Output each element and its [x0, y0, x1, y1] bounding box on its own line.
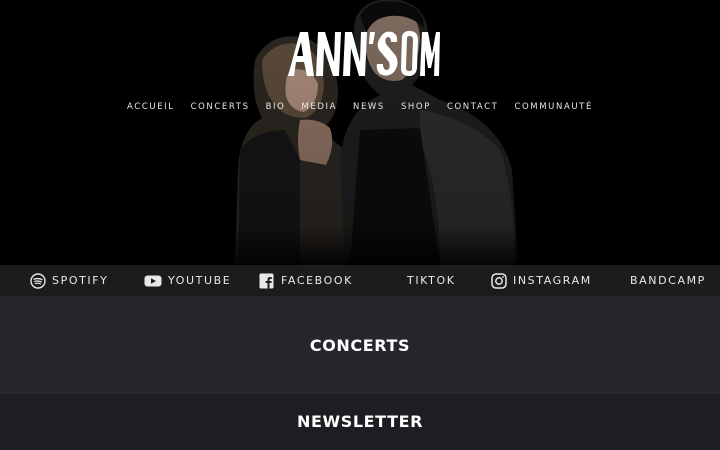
facebook-link[interactable]: FACEBOOK	[259, 265, 353, 296]
instagram-icon	[491, 272, 507, 289]
nav-item-contact[interactable]: CONTACT	[439, 102, 507, 112]
bandcamp-label: BANDCAMP	[630, 274, 706, 287]
nav-item-bio[interactable]: BIO	[258, 102, 294, 112]
youtube-link[interactable]: YOUTUBE	[144, 265, 231, 296]
bandcamp-link[interactable]: BANDCAMP	[630, 265, 706, 296]
nav-item-news[interactable]: NEWS	[345, 102, 393, 112]
youtube-icon	[144, 273, 162, 289]
nav-item-accueil[interactable]: ACCUEIL	[119, 102, 183, 112]
nav-item-communaute[interactable]: COMMUNAUTÉ	[506, 102, 600, 112]
main-nav: ACCUEIL CONCERTS BIO MEDIA NEWS SHOP CON…	[0, 102, 720, 112]
youtube-label: YOUTUBE	[168, 274, 232, 287]
facebook-label: FACEBOOK	[281, 274, 353, 287]
concerts-heading: CONCERTS	[309, 335, 411, 355]
nav-item-concerts[interactable]: CONCERTS	[183, 102, 258, 112]
hero-banner: ACCUEIL CONCERTS BIO MEDIA NEWS SHOP CON…	[0, 0, 720, 265]
band-logo[interactable]	[280, 24, 440, 80]
spotify-icon	[30, 272, 46, 289]
nav-item-media[interactable]: MEDIA	[293, 102, 345, 112]
tiktok-label: TIKTOK	[407, 274, 456, 287]
instagram-label: INSTAGRAM	[513, 274, 592, 287]
newsletter-heading: NEWSLETTER	[296, 412, 424, 431]
social-links-bar: SPOTIFY YOUTUBE FACEBOOK TIKTOK INSTAGRA…	[0, 265, 720, 296]
newsletter-section: NEWSLETTER	[0, 394, 720, 450]
spotify-label: SPOTIFY	[52, 274, 109, 287]
tiktok-link[interactable]: TIKTOK	[407, 265, 456, 296]
instagram-link[interactable]: INSTAGRAM	[491, 265, 592, 296]
facebook-icon	[259, 273, 275, 289]
nav-item-shop[interactable]: SHOP	[393, 102, 439, 112]
spotify-link[interactable]: SPOTIFY	[30, 265, 108, 296]
concerts-section: CONCERTS	[0, 296, 720, 394]
